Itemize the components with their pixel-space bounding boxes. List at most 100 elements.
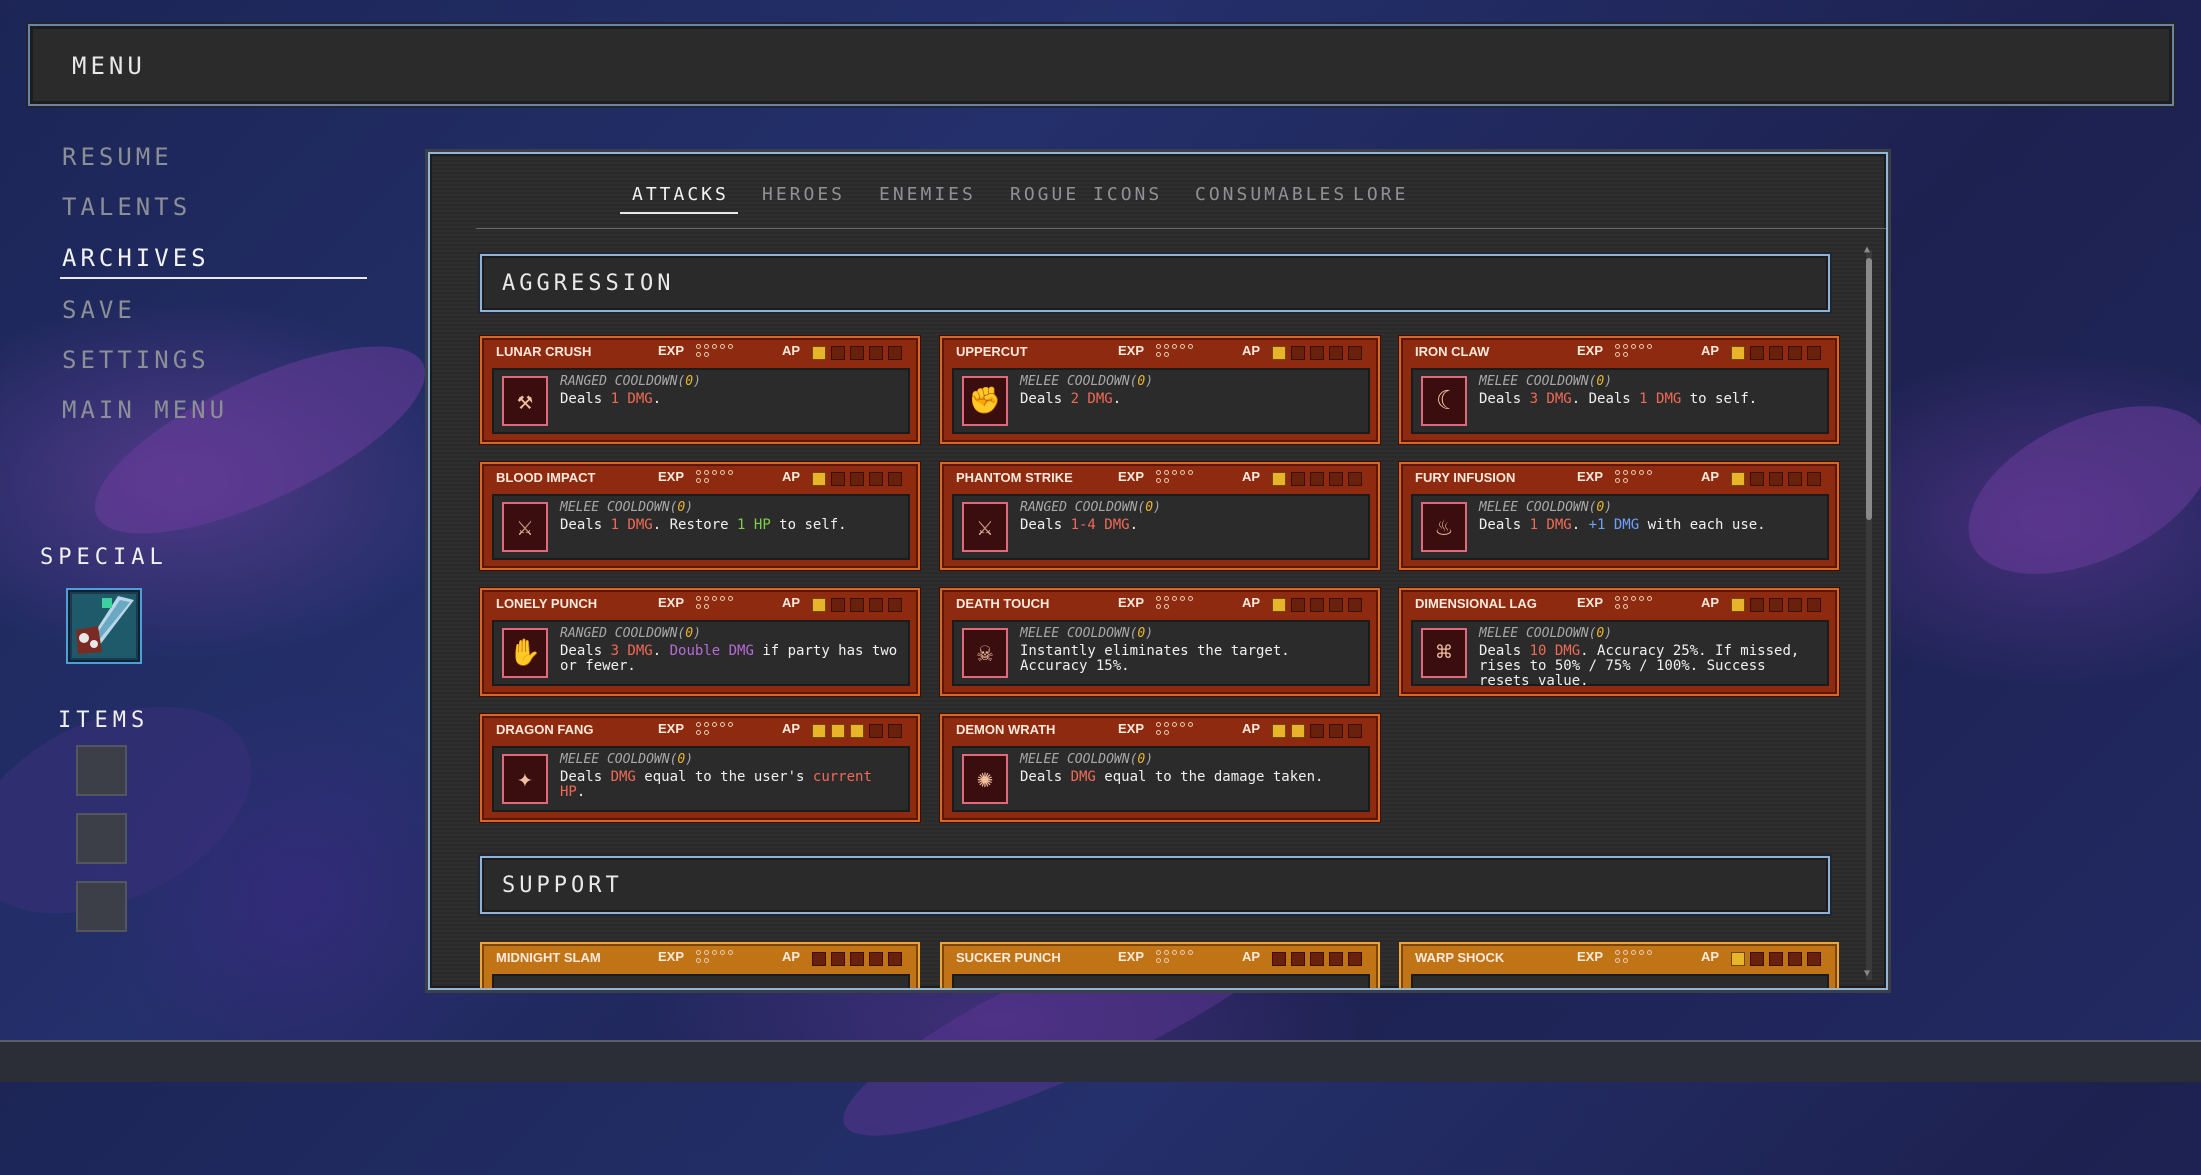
nav-save[interactable]: SAVE — [62, 296, 136, 324]
exp-pip — [1623, 596, 1628, 601]
item-slot-3[interactable] — [76, 881, 127, 932]
card-body: ✋ RANGED COOLDOWN(0) Deals 3 DMG. Double D… — [492, 620, 910, 686]
exp-pip — [1188, 344, 1193, 349]
ap-pip — [888, 952, 902, 966]
attack-card[interactable]: DRAGON FANG EXP AP ✦ MELEE COOLDOWN(0) Deals … — [480, 714, 920, 822]
ap-pip — [1788, 598, 1802, 612]
hammer-icon: ⚒ — [502, 376, 548, 426]
exp-pip — [704, 604, 709, 609]
tab-heroes[interactable]: HEROES — [762, 184, 845, 205]
card-name: DEATH TOUCH — [956, 596, 1050, 611]
cooldown-label: COOLDOWN( — [1059, 626, 1138, 641]
ap-pip — [1348, 346, 1362, 360]
exp-pip — [1615, 604, 1620, 609]
attack-card[interactable]: LUNAR CRUSH EXP AP ⚒ RANGED COOLDOWN(0) Deals… — [480, 336, 920, 444]
card-body: ✺ MELEE COOLDOWN(0) Deals DMG equal to the… — [952, 746, 1370, 812]
exp-label: EXP — [1118, 721, 1145, 736]
nav-resume[interactable]: RESUME — [62, 143, 173, 171]
tab-enemies[interactable]: ENEMIES — [879, 184, 976, 205]
support-card[interactable]: SUCKER PUNCH EXP AP — [940, 942, 1380, 988]
exp-pip — [1164, 730, 1169, 735]
item-slot-2[interactable] — [76, 813, 127, 864]
exp-pip — [1623, 478, 1628, 483]
attack-card[interactable]: IRON CLAW EXP AP ☾ MELEE COOLDOWN(0) Deals 3 … — [1399, 336, 1839, 444]
tab-active-underline — [620, 212, 738, 214]
nav-talents[interactable]: TALENTS — [62, 193, 191, 221]
support-card[interactable]: MIDNIGHT SLAM EXP AP — [480, 942, 920, 988]
tab-rogue-icons[interactable]: ROGUE ICONS — [1010, 184, 1162, 205]
support-card[interactable]: WARP SHOCK EXP AP — [1399, 942, 1839, 988]
attack-card[interactable]: BLOOD IMPACT EXP AP ⚔ MELEE COOLDOWN(0) Deals… — [480, 462, 920, 570]
attack-card[interactable]: FURY INFUSION EXP AP ♨ MELEE COOLDOWN(0) Deal… — [1399, 462, 1839, 570]
ap-pip — [1291, 346, 1305, 360]
exp-pip — [696, 722, 701, 727]
ap-pip — [1329, 472, 1343, 486]
ap-pip — [1750, 952, 1764, 966]
exp-pip — [1180, 344, 1185, 349]
attack-card[interactable]: PHANTOM STRIKE EXP AP ⚔ RANGED COOLDOWN(0) De… — [940, 462, 1380, 570]
special-label: SPECIAL — [40, 545, 168, 570]
exp-pip — [696, 958, 701, 963]
exp-pips — [1156, 596, 1206, 616]
ap-pip — [869, 472, 883, 486]
exp-pip — [728, 596, 733, 601]
attack-card[interactable]: DIMENSIONAL LAG EXP AP ⌘ MELEE COOLDOWN(0) De… — [1399, 588, 1839, 696]
nav-main-menu[interactable]: MAIN MENU — [62, 396, 228, 424]
exp-pip — [704, 478, 709, 483]
attack-card[interactable]: UPPERCUT EXP AP ✊ MELEE COOLDOWN(0) Deals 2 D… — [940, 336, 1380, 444]
tab-lore[interactable]: LORE — [1353, 184, 1408, 205]
ap-label: AP — [1242, 595, 1261, 610]
ap-label: AP — [782, 595, 801, 610]
scroll-up-arrow-icon[interactable]: ▲ — [1864, 244, 1870, 255]
tab-consumables[interactable]: CONSUMABLES — [1195, 184, 1347, 205]
ap-pip — [831, 598, 845, 612]
ap-pip — [1788, 346, 1802, 360]
card-body: ⚒ RANGED COOLDOWN(0) Deals 1 DMG. — [492, 368, 910, 434]
exp-pip — [696, 344, 701, 349]
exp-label: EXP — [1118, 343, 1145, 358]
exp-label: EXP — [658, 595, 685, 610]
card-name: DEMON WRATH — [956, 722, 1056, 737]
exp-pip — [1164, 958, 1169, 963]
ap-pip — [1291, 598, 1305, 612]
exp-pips — [1615, 596, 1665, 616]
tab-attacks[interactable]: ATTACKS — [632, 184, 729, 205]
exp-pip — [712, 950, 717, 955]
cooldown-label: COOLDOWN( — [599, 752, 678, 767]
special-slot[interactable] — [66, 588, 142, 664]
card-name: LUNAR CRUSH — [496, 344, 592, 359]
ap-pip — [812, 346, 826, 360]
exp-pip — [1164, 604, 1169, 609]
scrollbar-thumb[interactable] — [1866, 258, 1872, 520]
nav-archives[interactable]: ARCHIVES — [62, 244, 210, 272]
attack-card[interactable]: DEATH TOUCH EXP AP ☠ MELEE COOLDOWN(0) Instan… — [940, 588, 1380, 696]
ap-label: AP — [1701, 469, 1720, 484]
attack-card[interactable]: DEMON WRATH EXP AP ✺ MELEE COOLDOWN(0) Deals … — [940, 714, 1380, 822]
card-name: PHANTOM STRIKE — [956, 470, 1073, 485]
card-name: MIDNIGHT SLAM — [496, 950, 601, 965]
card-name: BLOOD IMPACT — [496, 470, 596, 485]
exp-pip — [1647, 470, 1652, 475]
exp-pip — [1156, 722, 1161, 727]
scroll-down-arrow-icon[interactable]: ▼ — [1864, 968, 1870, 979]
exp-pips — [1615, 344, 1665, 364]
exp-pip — [1156, 478, 1161, 483]
attack-type: RANGED — [1020, 500, 1067, 515]
card-description: Deals 3 DMG. Double DMG if party has two… — [560, 643, 898, 674]
exp-pip — [1615, 958, 1620, 963]
exp-pip — [720, 344, 725, 349]
ap-pip — [1329, 724, 1343, 738]
ap-pip — [1348, 472, 1362, 486]
nav-settings[interactable]: SETTINGS — [62, 346, 210, 374]
exp-pip — [1156, 730, 1161, 735]
card-body: ⚔ RANGED COOLDOWN(0) Deals 1-4 DMG. — [952, 494, 1370, 560]
exp-label: EXP — [658, 721, 685, 736]
attack-card[interactable]: LONELY PUNCH EXP AP ✋ RANGED COOLDOWN(0) Deal… — [480, 588, 920, 696]
exp-pip — [1647, 950, 1652, 955]
item-slot-1[interactable] — [76, 745, 127, 796]
exp-pip — [1188, 950, 1193, 955]
ap-pip — [1731, 952, 1745, 966]
exp-pip — [1172, 950, 1177, 955]
exp-pip — [1615, 344, 1620, 349]
exp-pip — [696, 950, 701, 955]
